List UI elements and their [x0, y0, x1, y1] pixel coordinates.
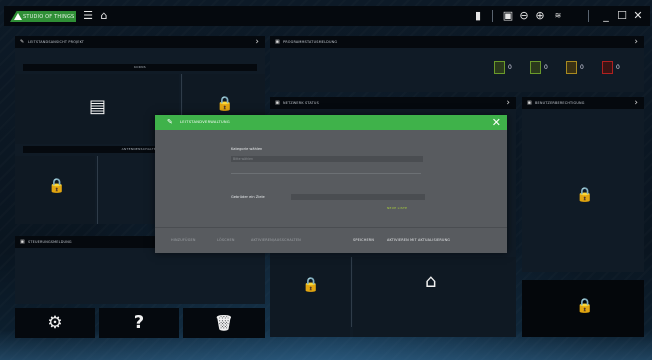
lock-icon: 🔒 — [302, 277, 320, 293]
sidebar-icon[interactable]: ▮ — [472, 9, 484, 23]
panel-title: PROGRAMMSTATUSMELDUNG — [283, 40, 338, 44]
new-list-link[interactable]: NEUE LISTE — [387, 206, 407, 210]
category-select[interactable]: Bitte wählen — [231, 156, 423, 162]
settings-icon: ⚙ — [47, 313, 63, 333]
dialog-header: ✎ LEITSTANDVERWALTUNG ✕ — [155, 115, 507, 130]
counter-value: 0 — [616, 64, 620, 71]
chevron-right-icon[interactable]: › — [255, 36, 259, 48]
chevron-right-icon[interactable]: › — [634, 36, 638, 48]
trash-icon: 🗑 — [214, 314, 234, 332]
panel-user-permissions: ▣ BENUTZERBERECHTIGUNG › 🔒 — [522, 97, 644, 272]
logo-mark-icon — [14, 13, 22, 20]
zoom-out-icon[interactable]: ⊖ — [518, 9, 530, 23]
toolbar-divider — [492, 10, 493, 22]
lock-icon: 🔒 — [576, 298, 594, 314]
counter-value: 0 — [508, 64, 512, 71]
document-icon: ▤ — [89, 96, 107, 117]
chevron-right-icon[interactable]: › — [634, 97, 638, 109]
zoom-in-icon[interactable]: ⊕ — [534, 9, 546, 23]
status-counter-warning[interactable]: 0 — [566, 61, 584, 75]
status-counter-info[interactable]: 0 — [530, 61, 548, 75]
top-bar: STUDIO OF THINGS ☰ ⌂ ▮ ▣ ⊖ ⊕ ≋ _ ☐ ✕ — [4, 6, 650, 26]
separator — [231, 173, 421, 174]
status-counter-ok[interactable]: 0 — [494, 61, 512, 75]
tile-locked[interactable]: 🔒 — [522, 280, 644, 337]
app-logo[interactable]: STUDIO OF THINGS — [10, 11, 76, 22]
add-button[interactable]: HINZUFÜGEN — [171, 238, 196, 242]
panel-header[interactable]: ▣ NETZWERK STATUS › — [270, 97, 516, 109]
counter-value: 0 — [580, 64, 584, 71]
activate-with-update-button[interactable]: AKTIVIEREN MIT AKTUALISIERUNG — [387, 238, 450, 242]
project-input[interactable] — [291, 194, 425, 200]
alert-icon: ▣ — [20, 239, 25, 245]
lock-icon: 🔒 — [576, 187, 594, 203]
delete-button[interactable]: LÖSCHEN — [217, 238, 235, 242]
home-icon: ⌂ — [425, 271, 437, 292]
panel-title: STEUERUNGSMELDUNG — [28, 240, 72, 244]
panel-header[interactable]: ✎ LEITSTANDSANSICHT PROJEKT › — [15, 36, 265, 48]
footer-divider — [155, 227, 507, 228]
counter-value: 0 — [544, 64, 548, 71]
user-icon: ▣ — [527, 100, 532, 106]
status-icon: ▣ — [275, 39, 280, 45]
project-label: Gebrüder ein Ziele — [231, 195, 265, 199]
home-icon[interactable]: ⌂ — [98, 9, 110, 23]
dialog-title: LEITSTANDVERWALTUNG — [180, 120, 230, 124]
panel-header[interactable]: ▣ BENUTZERBERECHTIGUNG › — [522, 97, 644, 109]
minimize-icon[interactable]: _ — [600, 9, 612, 23]
toggle-button[interactable]: AKTIVIEREN/AUSSCHALTEN — [251, 238, 301, 242]
delete-button[interactable]: 🗑 — [183, 308, 265, 338]
counter-box-icon — [602, 61, 613, 74]
divider — [97, 156, 98, 224]
pin-icon: ✎ — [20, 39, 25, 45]
settings-button[interactable]: ⚙ — [15, 308, 95, 338]
panel-program-status: ▣ PROGRAMMSTATUSMELDUNG › — [270, 36, 644, 92]
panel-title: LEITSTANDSANSICHT PROJEKT — [28, 40, 85, 44]
section-strip: KORNS — [23, 64, 257, 71]
chevron-right-icon[interactable]: › — [506, 97, 510, 109]
edit-icon: ✎ — [167, 118, 173, 126]
close-icon[interactable]: ✕ — [632, 9, 644, 23]
close-icon[interactable]: ✕ — [492, 115, 501, 130]
counter-box-icon — [530, 61, 541, 74]
panel-title: BENUTZERBERECHTIGUNG — [535, 101, 585, 105]
tile-locked[interactable]: 🔒 — [15, 156, 95, 224]
category-label: Kategorie wählen — [231, 147, 263, 151]
help-icon: ? — [133, 312, 145, 333]
counter-box-icon — [566, 61, 577, 74]
panel-title: NETZWERK STATUS — [283, 101, 319, 105]
divider — [351, 257, 352, 327]
help-button[interactable]: ? — [99, 308, 179, 338]
logo-text: STUDIO OF THINGS — [23, 14, 75, 20]
network-icon: ▣ — [275, 100, 280, 106]
wifi-icon: ≋ — [554, 11, 562, 20]
lock-icon: 🔒 — [48, 178, 66, 194]
lock-icon: 🔒 — [216, 96, 234, 112]
status-counter-error[interactable]: 0 — [602, 61, 620, 75]
maximize-icon[interactable]: ☐ — [616, 9, 628, 23]
panel-header[interactable]: ▣ PROGRAMMSTATUSMELDUNG › — [270, 36, 644, 48]
counter-box-icon — [494, 61, 505, 74]
toolbar-divider — [588, 10, 589, 22]
dialog-control-management: ✎ LEITSTANDVERWALTUNG ✕ Kategorie wählen… — [155, 115, 507, 253]
window-icon[interactable]: ▣ — [502, 9, 514, 23]
tile-home[interactable]: ⌂ — [353, 257, 516, 337]
tile-locked[interactable]: 🔒 — [270, 257, 350, 337]
save-button[interactable]: SPEICHERN — [353, 238, 374, 242]
menu-icon[interactable]: ☰ — [82, 9, 94, 23]
